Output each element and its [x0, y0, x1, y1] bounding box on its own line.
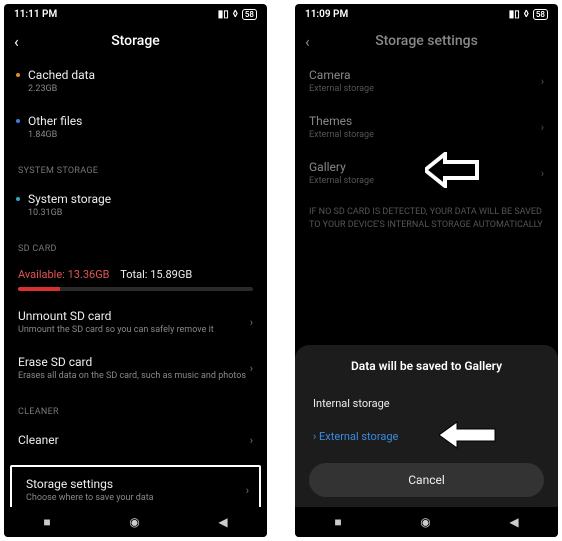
option-external-storage[interactable]: External storage — [309, 420, 544, 453]
dot-icon — [16, 119, 20, 123]
status-bar: 11:09 PM ▮▯ ◊ 58 — [295, 4, 558, 24]
section-sd-card: SD CARD — [4, 228, 267, 260]
row-title: Other files — [28, 114, 253, 128]
signal-icon: ▮▯ — [509, 9, 520, 20]
dot-icon — [16, 197, 20, 201]
phone-right-storage-settings: 11:09 PM ▮▯ ◊ 58 ‹ Storage settings Came… — [295, 4, 558, 537]
row-sub: Erases all data on the SD card, such as … — [18, 371, 250, 381]
battery-icon: 58 — [242, 9, 257, 20]
battery-icon: 58 — [533, 9, 548, 20]
row-system-storage[interactable]: System storage 10.31GB — [4, 182, 267, 228]
nav-recent-icon[interactable]: ■ — [43, 515, 50, 529]
row-title: Erase SD card — [18, 355, 250, 369]
section-cleaner: CLEANER — [4, 391, 267, 423]
chevron-right-icon: › — [541, 75, 544, 88]
row-title: Unmount SD card — [18, 309, 250, 323]
wifi-icon: ◊ — [524, 9, 529, 20]
row-storage-settings[interactable]: Storage settings Choose where to save yo… — [12, 467, 259, 507]
nav-back-icon[interactable]: ◀ — [218, 515, 227, 529]
signal-icon: ▮▯ — [218, 9, 229, 20]
option-internal-storage[interactable]: Internal storage — [309, 387, 544, 420]
row-sub: 10.31GB — [28, 208, 253, 218]
row-title: System storage — [28, 192, 253, 206]
cancel-button[interactable]: Cancel — [309, 463, 544, 497]
row-title: Cached data — [28, 68, 253, 82]
back-icon[interactable]: ‹ — [305, 32, 310, 51]
header: ‹ Storage — [4, 24, 267, 58]
chevron-right-icon: › — [250, 434, 253, 447]
sheet-title: Data will be saved to Gallery — [309, 359, 544, 373]
row-title: Gallery — [309, 160, 541, 174]
nav-home-icon[interactable]: ◉ — [129, 515, 139, 529]
nav-bar: ■ ◉ ◀ — [4, 507, 267, 537]
sd-progress-fill — [18, 287, 60, 291]
page-title: Storage — [4, 33, 267, 49]
row-sub: 2.23GB — [28, 84, 253, 94]
row-sub: Unmount the SD card so you can safely re… — [18, 325, 250, 335]
nav-home-icon[interactable]: ◉ — [420, 515, 430, 529]
row-camera[interactable]: Camera External storage › — [295, 58, 558, 104]
status-indicators: ▮▯ ◊ 58 — [218, 9, 257, 20]
row-themes[interactable]: Themes External storage › — [295, 104, 558, 150]
chevron-right-icon: › — [250, 316, 253, 329]
status-indicators: ▮▯ ◊ 58 — [509, 9, 548, 20]
dot-icon — [16, 73, 20, 77]
cancel-label: Cancel — [408, 473, 445, 487]
wifi-icon: ◊ — [233, 9, 238, 20]
status-time: 11:11 PM — [14, 9, 57, 20]
header: ‹ Storage settings — [295, 24, 558, 58]
sd-available-value: 13.36GB — [68, 268, 110, 281]
row-title: Themes — [309, 114, 541, 128]
chevron-right-icon: › — [541, 121, 544, 134]
row-cached-data[interactable]: Cached data 2.23GB — [4, 58, 267, 104]
highlight-storage-settings: Storage settings Choose where to save yo… — [10, 465, 261, 507]
sd-total-label: Total: — [120, 268, 147, 281]
sd-total-value: 15.89GB — [150, 268, 192, 281]
row-title: Storage settings — [26, 477, 246, 491]
sd-card-usage: Available: 13.36GB Total: 15.89GB — [4, 260, 267, 299]
nav-recent-icon[interactable]: ■ — [334, 515, 341, 529]
nav-back-icon[interactable]: ◀ — [509, 515, 518, 529]
chevron-right-icon: › — [250, 362, 253, 375]
status-bar: 11:11 PM ▮▯ ◊ 58 — [4, 4, 267, 24]
info-note: IF NO SD CARD IS DETECTED, YOUR DATA WIL… — [295, 196, 558, 241]
status-time: 11:09 PM — [305, 9, 348, 20]
chevron-right-icon: › — [541, 167, 544, 180]
chevron-right-icon: › — [246, 484, 249, 497]
row-cleaner[interactable]: Cleaner › — [4, 423, 267, 457]
row-sub: Choose where to save your data — [26, 493, 246, 503]
row-other-files[interactable]: Other files 1.84GB — [4, 104, 267, 150]
row-sub: External storage — [309, 176, 541, 186]
row-unmount-sd[interactable]: Unmount SD card Unmount the SD card so y… — [4, 299, 267, 345]
nav-bar: ■ ◉ ◀ — [295, 507, 558, 537]
page-title: Storage settings — [295, 33, 558, 49]
bottom-sheet-dialog: Data will be saved to Gallery Internal s… — [295, 345, 558, 507]
content-scroll[interactable]: Cached data 2.23GB Other files 1.84GB SY… — [4, 58, 267, 507]
sd-progress-bar — [18, 287, 253, 291]
sd-available-label: Available: — [18, 268, 65, 281]
row-gallery[interactable]: Gallery External storage › — [295, 150, 558, 196]
row-sub: 1.84GB — [28, 130, 253, 140]
row-title: Camera — [309, 68, 541, 82]
row-erase-sd[interactable]: Erase SD card Erases all data on the SD … — [4, 345, 267, 391]
phone-left-storage: 11:11 PM ▮▯ ◊ 58 ‹ Storage Cached data 2… — [4, 4, 267, 537]
section-system-storage: SYSTEM STORAGE — [4, 150, 267, 182]
back-icon[interactable]: ‹ — [14, 32, 19, 51]
row-sub: External storage — [309, 130, 541, 140]
row-title: Cleaner — [18, 433, 250, 447]
row-sub: External storage — [309, 84, 541, 94]
